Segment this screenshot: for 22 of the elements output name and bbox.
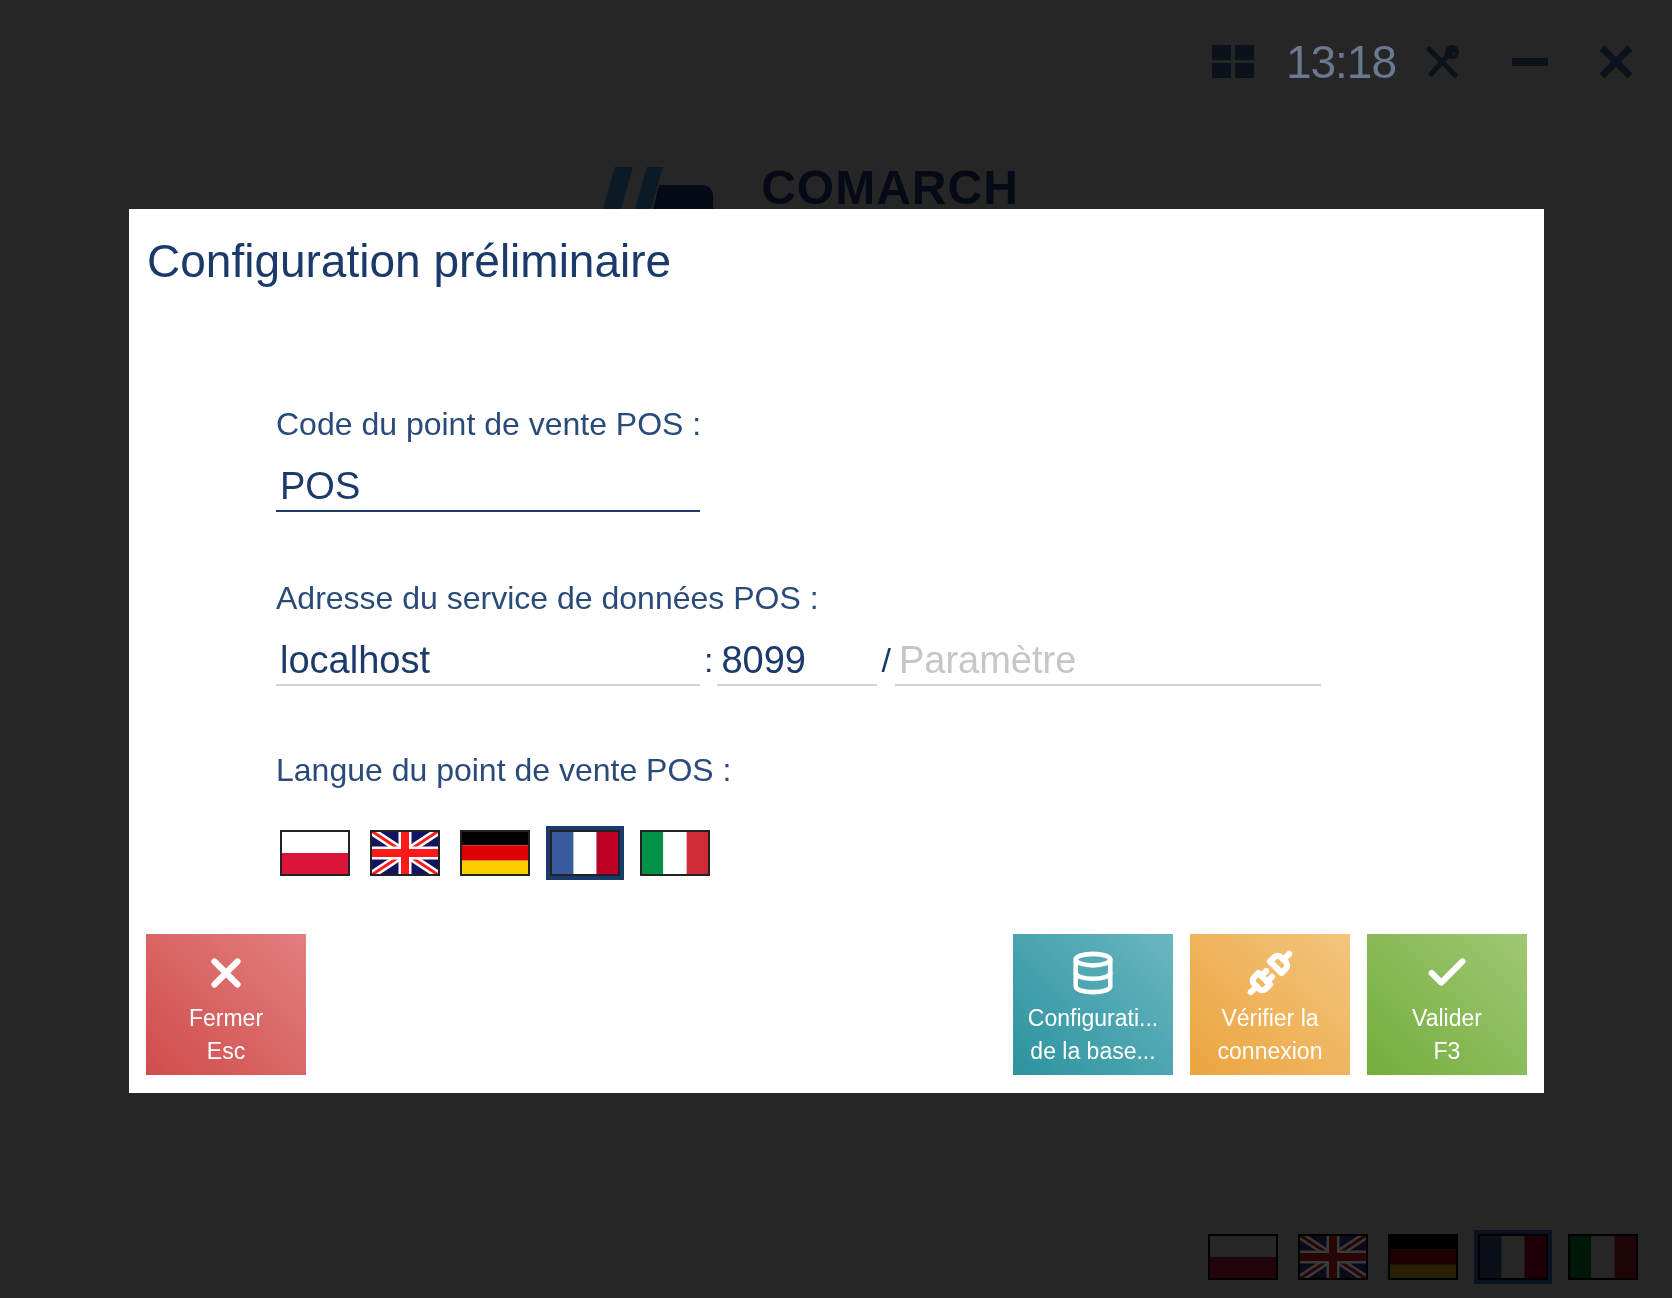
clock-time: 13:18	[1285, 35, 1396, 89]
path-input[interactable]: Paramètre	[894, 636, 1321, 686]
windows-grid-icon[interactable]	[1211, 45, 1254, 79]
path-separator: /	[880, 640, 892, 681]
settings-tools-icon[interactable]	[1424, 44, 1460, 80]
field-label: Adresse du service de données POS :	[276, 579, 820, 618]
field-label: Langue du point de vente POS :	[276, 751, 733, 790]
unplugged-plug-icon	[1247, 950, 1293, 996]
dialog-title: Configuration préliminaire	[147, 234, 673, 289]
database-config-button[interactable]: Configurati... de la base...	[1013, 934, 1173, 1075]
check-connection-button[interactable]: Vérifier la connexion	[1190, 934, 1350, 1075]
confirm-button[interactable]: Valider F3	[1367, 934, 1527, 1075]
close-button[interactable]: Fermer Esc	[146, 934, 306, 1075]
database-icon	[1070, 950, 1116, 996]
close-icon[interactable]	[1598, 44, 1634, 80]
language-flag-button[interactable]	[546, 826, 624, 880]
host-input[interactable]: localhost	[276, 636, 700, 686]
port-input[interactable]: 8099	[717, 636, 878, 686]
minimize-icon[interactable]	[1512, 58, 1548, 66]
field-label: Code du point de vente POS :	[276, 405, 703, 444]
port-separator: :	[703, 640, 715, 681]
pos-code-input[interactable]: POS	[276, 462, 700, 512]
